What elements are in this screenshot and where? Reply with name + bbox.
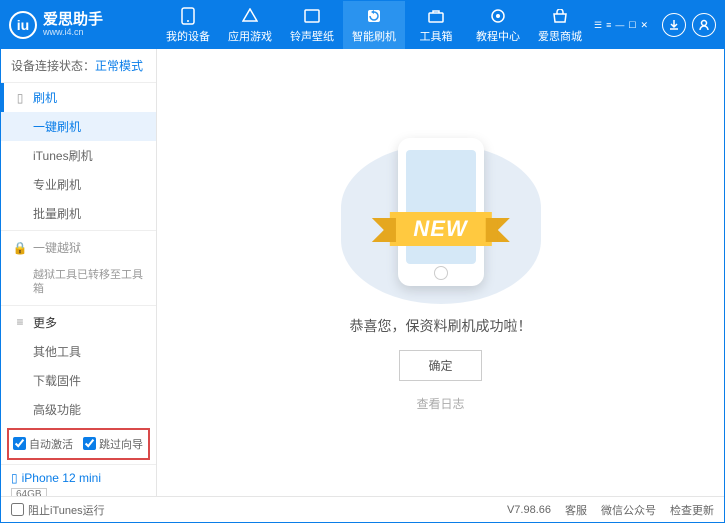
view-log-link[interactable]: 查看日志: [416, 395, 464, 412]
app-window: iu 爱思助手 www.i4.cn 我的设备 应用游戏 铃声壁纸 智能刷机: [0, 0, 725, 523]
sidebar-item-oneclick-flash[interactable]: 一键刷机: [1, 112, 156, 141]
app-url: www.i4.cn: [43, 28, 103, 38]
highlighted-checkboxes: 自动激活 跳过向导: [7, 428, 150, 460]
list-icon[interactable]: ≡: [606, 20, 611, 31]
nav-flash[interactable]: 智能刷机: [343, 1, 405, 49]
sidebar-item-batch-flash[interactable]: 批量刷机: [1, 199, 156, 228]
nav-store[interactable]: 爱思商城: [529, 1, 591, 49]
checkbox-auto-activate[interactable]: 自动激活: [13, 436, 73, 452]
phone-icon: [179, 7, 197, 25]
sidebar-item-itunes-flash[interactable]: iTunes刷机: [1, 141, 156, 170]
close-icon[interactable]: ✕: [640, 20, 648, 31]
app-name: 爱思助手: [43, 12, 103, 29]
phone-small-icon: ▯: [13, 91, 27, 105]
titlebar-right: ☰ ≡ — ☐ ✕: [594, 13, 716, 37]
maximize-icon[interactable]: ☐: [628, 20, 636, 31]
sidebar-item-advanced[interactable]: 高级功能: [1, 395, 156, 424]
sidebar-more[interactable]: ≡ 更多: [1, 308, 156, 337]
statusbar: 阻止iTunes运行 V7.98.66 客服 微信公众号 检查更新: [1, 496, 724, 522]
user-icon[interactable]: [692, 13, 716, 37]
logo-icon: iu: [9, 11, 37, 39]
menu-icon[interactable]: ☰: [594, 20, 602, 31]
wallpaper-icon: [303, 7, 321, 25]
nav-apps[interactable]: 应用游戏: [219, 1, 281, 49]
device-phone-icon: ▯: [11, 471, 18, 485]
nav-tutorial[interactable]: 教程中心: [467, 1, 529, 49]
window-controls: ☰ ≡ — ☐ ✕: [594, 20, 648, 31]
check-update-link[interactable]: 检查更新: [670, 502, 714, 518]
top-nav: 我的设备 应用游戏 铃声壁纸 智能刷机 工具箱 教程中心: [157, 1, 594, 49]
titlebar: iu 爱思助手 www.i4.cn 我的设备 应用游戏 铃声壁纸 智能刷机: [1, 1, 724, 49]
sidebar-item-pro-flash[interactable]: 专业刷机: [1, 170, 156, 199]
device-storage: 64GB: [11, 488, 47, 496]
customer-service-link[interactable]: 客服: [565, 502, 587, 518]
ok-button[interactable]: 确定: [399, 350, 481, 381]
nav-my-device[interactable]: 我的设备: [157, 1, 219, 49]
refresh-icon: [365, 7, 383, 25]
sidebar: 设备连接状态：正常模式 ▯ 刷机 一键刷机 iTunes刷机 专业刷机 批量刷机…: [1, 49, 157, 496]
more-icon: ≡: [13, 315, 27, 329]
lock-icon: 🔒: [13, 241, 27, 255]
nav-toolbox[interactable]: 工具箱: [405, 1, 467, 49]
success-message: 恭喜您，保资料刷机成功啦！: [350, 316, 532, 336]
checkbox-skip-guide[interactable]: 跳过向导: [83, 436, 143, 452]
book-icon: [489, 7, 507, 25]
version-label: V7.98.66: [507, 504, 551, 516]
jailbreak-note: 越狱工具已转移至工具箱: [1, 262, 156, 303]
minimize-icon[interactable]: —: [615, 20, 624, 31]
toolbox-icon: [427, 7, 445, 25]
connection-status: 设备连接状态：正常模式: [1, 49, 156, 83]
sidebar-flash[interactable]: ▯ 刷机: [1, 83, 156, 112]
device-name: ▯ iPhone 12 mini: [11, 471, 146, 485]
success-illustration: NEW: [341, 134, 541, 304]
download-icon[interactable]: [662, 13, 686, 37]
checkbox-block-itunes[interactable]: 阻止iTunes运行: [11, 502, 105, 518]
new-ribbon: NEW: [389, 212, 491, 246]
apps-icon: [241, 7, 259, 25]
sidebar-item-download-firmware[interactable]: 下载固件: [1, 366, 156, 395]
device-info[interactable]: ▯ iPhone 12 mini 64GB Down-12mini-13,1: [1, 464, 156, 496]
sidebar-jailbreak[interactable]: 🔒 一键越狱: [1, 233, 156, 262]
main-content: NEW 恭喜您，保资料刷机成功啦！ 确定 查看日志: [157, 49, 724, 496]
wechat-link[interactable]: 微信公众号: [601, 502, 656, 518]
sidebar-item-other-tools[interactable]: 其他工具: [1, 337, 156, 366]
store-icon: [551, 7, 569, 25]
nav-ringtone[interactable]: 铃声壁纸: [281, 1, 343, 49]
logo: iu 爱思助手 www.i4.cn: [9, 11, 157, 39]
body: 设备连接状态：正常模式 ▯ 刷机 一键刷机 iTunes刷机 专业刷机 批量刷机…: [1, 49, 724, 496]
